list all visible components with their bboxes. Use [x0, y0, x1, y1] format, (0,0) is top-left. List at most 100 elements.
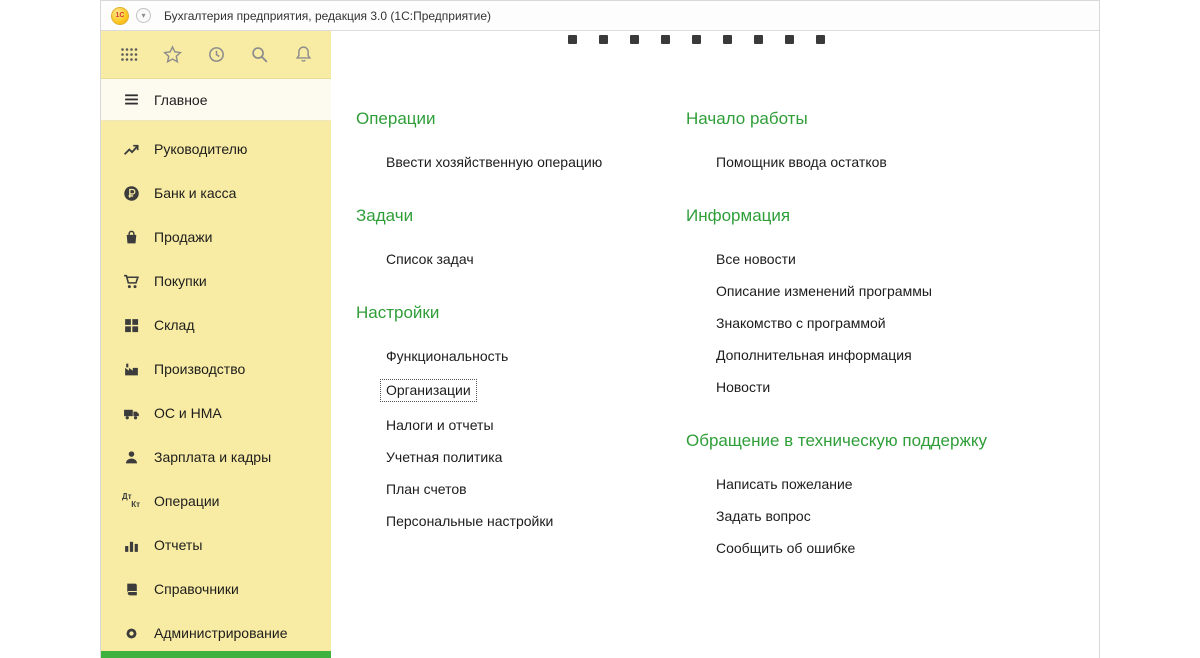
link-vvesti-hozyaystvennuyu-operaciyu[interactable]: Ввести хозяйственную операцию	[356, 153, 686, 171]
sidebar-item-prodazhi[interactable]: Продажи	[101, 215, 331, 259]
section-operacii: Операции Ввести хозяйственную операцию	[356, 109, 686, 206]
link-znakomstvo-s-programmoy[interactable]: Знакомство с программой	[686, 314, 1099, 332]
app-body: Главное Руководителю Банк и касса Продаж…	[101, 31, 1099, 658]
sidebar: Главное Руководителю Банк и касса Продаж…	[101, 31, 331, 658]
ruble-circle-icon	[121, 183, 141, 203]
sidebar-item-pokupki[interactable]: Покупки	[101, 259, 331, 303]
system-menu-button[interactable]: ▾	[136, 8, 151, 23]
section-title: Операции	[356, 109, 436, 128]
sidebar-item-zarplata-i-kadry[interactable]: Зарплата и кадры	[101, 435, 331, 479]
column-right: Начало работы Помощник ввода остатков Ин…	[686, 109, 1099, 592]
cart-icon	[121, 271, 141, 291]
section-title: Настройки	[356, 303, 440, 322]
link-novosti[interactable]: Новости	[686, 378, 1099, 396]
sidebar-item-label: Банк и касса	[154, 185, 237, 201]
link-plan-schetov[interactable]: План счетов	[356, 480, 686, 498]
blocks-icon	[121, 315, 141, 335]
top-panel-icon[interactable]	[692, 35, 701, 44]
window-title: Бухгалтерия предприятия, редакция 3.0 (1…	[164, 8, 492, 23]
sidebar-item-glavnoe[interactable]: Главное	[101, 79, 331, 121]
hamburger-list-icon	[121, 90, 141, 110]
link-spisok-zadach[interactable]: Список задач	[356, 250, 686, 268]
1c-logo-icon: 1С	[111, 6, 129, 25]
section-nachalo-raboty: Начало работы Помощник ввода остатков	[686, 109, 1099, 206]
link-funkcionalnost[interactable]: Функциональность	[356, 347, 686, 365]
link-uchetnaya-politika[interactable]: Учетная политика	[356, 448, 686, 466]
dt-kt-icon: Дт Кт	[121, 491, 141, 511]
link-napisat-pozhelanie[interactable]: Написать пожелание	[686, 475, 1099, 493]
sidebar-item-administrirovanie[interactable]: Администрирование	[101, 611, 331, 655]
section-tehpodderzhka: Обращение в техническую поддержку Написа…	[686, 431, 1099, 592]
sidebar-item-bank-i-kassa[interactable]: Банк и касса	[101, 171, 331, 215]
menu-grid-icon[interactable]	[118, 44, 140, 66]
sidebar-item-spravochniki[interactable]: Справочники	[101, 567, 331, 611]
top-panel-icon[interactable]	[754, 35, 763, 44]
sidebar-item-label: Продажи	[154, 229, 213, 245]
link-vse-novosti[interactable]: Все новости	[686, 250, 1099, 268]
trend-icon	[121, 139, 141, 159]
favorites-star-icon[interactable]	[162, 44, 184, 66]
sidebar-item-label: Отчеты	[154, 537, 203, 553]
top-panel-icon[interactable]	[785, 35, 794, 44]
sidebar-item-os-i-nma[interactable]: ОС и НМА	[101, 391, 331, 435]
sidebar-item-label: Склад	[154, 317, 195, 333]
dt-label: Дт	[122, 492, 132, 501]
book-icon	[121, 579, 141, 599]
top-panel-icon[interactable]	[599, 35, 608, 44]
link-soobschit-ob-oshibke[interactable]: Сообщить об ошибке	[686, 539, 1099, 557]
gear-icon	[121, 623, 141, 643]
sidebar-item-label: Администрирование	[154, 625, 288, 641]
section-title: Начало работы	[686, 109, 808, 128]
link-dopolnitelnaya-informaciya[interactable]: Дополнительная информация	[686, 346, 1099, 364]
focused-link-frame: Организации	[380, 379, 477, 402]
main-content: Операции Ввести хозяйственную операцию З…	[331, 31, 1099, 658]
link-pomoschnik-vvoda-ostatkov[interactable]: Помощник ввода остатков	[686, 153, 1099, 171]
sidebar-nav: Руководителю Банк и касса Продажи Покупк…	[101, 121, 331, 658]
title-bar: 1С ▾ Бухгалтерия предприятия, редакция 3…	[101, 1, 1099, 31]
sidebar-item-operacii[interactable]: Дт Кт Операции	[101, 479, 331, 523]
sidebar-item-sklad[interactable]: Склад	[101, 303, 331, 347]
notifications-bell-icon[interactable]	[292, 44, 314, 66]
history-clock-icon[interactable]	[205, 44, 227, 66]
sidebar-item-proizvodstvo[interactable]: Производство	[101, 347, 331, 391]
top-panel-icon[interactable]	[630, 35, 639, 44]
1c-logo-text: 1С	[115, 12, 125, 19]
sidebar-item-rukovoditelyu[interactable]: Руководителю	[101, 127, 331, 171]
link-personalnye-nastroyki[interactable]: Персональные настройки	[356, 512, 686, 530]
sidebar-item-label: Покупки	[154, 273, 207, 289]
sidebar-toolbar	[101, 31, 331, 79]
top-panel-icon[interactable]	[723, 35, 732, 44]
section-informaciya: Информация Все новости Описание изменени…	[686, 206, 1099, 431]
sidebar-item-label: Операции	[154, 493, 220, 509]
kt-label: Кт	[131, 500, 140, 509]
sidebar-item-label: Производство	[154, 361, 246, 377]
app-window: 1С ▾ Бухгалтерия предприятия, редакция 3…	[100, 0, 1100, 658]
sidebar-item-label: Справочники	[154, 581, 239, 597]
top-panel-icon[interactable]	[661, 35, 670, 44]
top-panel-icon[interactable]	[816, 35, 825, 44]
link-zadat-vopros[interactable]: Задать вопрос	[686, 507, 1099, 525]
sidebar-item-label: Зарплата и кадры	[154, 449, 272, 465]
top-panel-icon[interactable]	[568, 35, 577, 44]
section-title: Информация	[686, 206, 791, 225]
sidebar-item-label: Руководителю	[154, 141, 248, 157]
sidebar-item-label: Главное	[154, 91, 208, 108]
sidebar-item-otchety[interactable]: Отчеты	[101, 523, 331, 567]
section-title: Задачи	[356, 206, 414, 225]
truck-icon	[121, 403, 141, 423]
sidebar-bottom-strip	[101, 651, 331, 658]
sidebar-item-label: ОС и НМА	[154, 405, 222, 421]
command-columns: Операции Ввести хозяйственную операцию З…	[331, 31, 1099, 592]
screen: 1С ▾ Бухгалтерия предприятия, редакция 3…	[0, 0, 1200, 658]
link-opisanie-izmeneniy-programmy[interactable]: Описание изменений программы	[686, 282, 1099, 300]
link-nalogi-i-otchety[interactable]: Налоги и отчеты	[356, 416, 686, 434]
bar-chart-icon	[121, 535, 141, 555]
link-organizacii[interactable]: Организации	[356, 379, 686, 402]
column-left: Операции Ввести хозяйственную операцию З…	[356, 109, 686, 592]
factory-icon	[121, 359, 141, 379]
section-nastroyki: Настройки Функциональность Организации Н…	[356, 303, 686, 565]
search-icon[interactable]	[249, 44, 271, 66]
section-title: Обращение в техническую поддержку	[686, 431, 987, 450]
bag-icon	[121, 227, 141, 247]
person-icon	[121, 447, 141, 467]
